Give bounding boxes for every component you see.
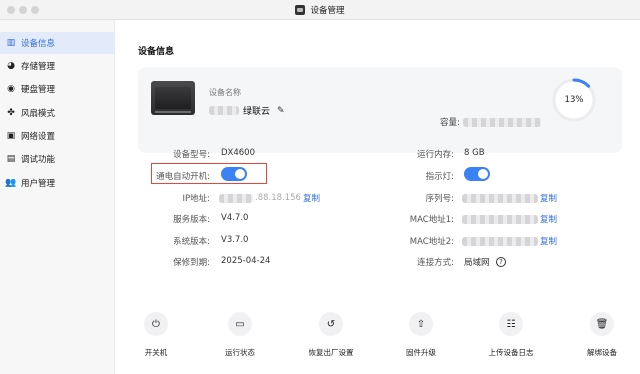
power-on-label: 通电自动开机: bbox=[156, 172, 210, 182]
indicator-label: 指示灯: bbox=[425, 172, 454, 182]
memory-value: 8 GB bbox=[464, 148, 485, 158]
ip-label: IP地址: bbox=[182, 194, 211, 204]
sidebar-item-label: 网络设置 bbox=[21, 132, 56, 142]
redacted-text bbox=[462, 117, 541, 127]
capacity-label: 容量: bbox=[440, 118, 460, 128]
memory-label: 运行内存: bbox=[417, 150, 454, 160]
sidebar: ▥ 设备信息 ◕ 存储管理 ◉ 硬盘管理 ✤ 风扇模式 ▣ 网络设置 ▤ 调试功… bbox=[0, 20, 115, 374]
page-title: 设备信息 bbox=[138, 47, 175, 57]
redacted-text bbox=[219, 193, 253, 203]
mac1-label: MAC地址1: bbox=[409, 215, 454, 225]
device-name-value: 绿联云 bbox=[243, 107, 271, 117]
redacted-text bbox=[462, 214, 538, 224]
service-version-label: 服务版本: bbox=[173, 215, 210, 225]
power-on-toggle[interactable] bbox=[221, 167, 247, 181]
window-title: 设备管理 bbox=[310, 6, 345, 16]
sidebar-item-users[interactable]: 👥 用户管理 bbox=[0, 172, 115, 194]
sidebar-item-label: 调试功能 bbox=[21, 155, 56, 165]
power-button[interactable]: ⏻ 开关机 bbox=[126, 312, 186, 358]
device-name-label: 设备名称 bbox=[209, 88, 241, 97]
run-status-button[interactable]: ▭ 运行状态 bbox=[210, 312, 270, 358]
model-value: DX4600 bbox=[221, 148, 255, 158]
system-version-value: V3.7.0 bbox=[221, 235, 249, 245]
mac2-label: MAC地址2: bbox=[409, 237, 454, 247]
sidebar-item-label: 硬盘管理 bbox=[21, 85, 56, 95]
app-window: 设备管理 ▥ 设备信息 ◕ 存储管理 ◉ 硬盘管理 ✤ 风扇模式 ▣ 网络设置 … bbox=[0, 0, 640, 374]
main-content: 设备信息 设备名称 绿联云 ✎ 容量: 13% 设备型号: DX4600 通电自… bbox=[116, 20, 640, 374]
sidebar-item-disk[interactable]: ◉ 硬盘管理 bbox=[0, 78, 115, 100]
edit-icon[interactable]: ✎ bbox=[277, 106, 285, 116]
connection-value: 局域网 bbox=[464, 258, 490, 268]
trash-icon: 🗑 bbox=[590, 312, 614, 336]
upgrade-icon: ⇧ bbox=[409, 312, 433, 336]
redacted-text bbox=[209, 106, 239, 115]
warranty-label: 保修到期: bbox=[173, 258, 210, 268]
action-label: 解绑设备 bbox=[587, 348, 617, 357]
system-version-label: 系统版本: bbox=[173, 237, 210, 247]
sidebar-item-label: 风扇模式 bbox=[21, 109, 56, 119]
warranty-value: 2025-04-24 bbox=[221, 256, 271, 266]
device-info-icon: ▥ bbox=[6, 37, 16, 48]
connection-label: 连接方式: bbox=[417, 258, 454, 268]
redacted-text bbox=[462, 236, 538, 246]
action-label: 固件升级 bbox=[406, 348, 436, 357]
sidebar-item-network[interactable]: ▣ 网络设置 bbox=[0, 125, 115, 147]
sidebar-item-device-info[interactable]: ▥ 设备信息 bbox=[0, 32, 115, 54]
firmware-upgrade-button[interactable]: ⇧ 固件升级 bbox=[391, 312, 451, 358]
power-icon: ⏻ bbox=[144, 312, 168, 336]
sidebar-item-label: 设备信息 bbox=[21, 39, 56, 49]
title-bar: 设备管理 bbox=[0, 0, 640, 20]
storage-icon: ◕ bbox=[7, 60, 15, 71]
redacted-text bbox=[462, 193, 538, 203]
sidebar-item-debug[interactable]: ▤ 调试功能 bbox=[0, 148, 115, 170]
factory-reset-button[interactable]: ↺ 恢复出厂设置 bbox=[301, 312, 361, 358]
restore-icon: ↺ bbox=[319, 312, 343, 336]
monitor-icon: ▭ bbox=[228, 312, 252, 336]
sidebar-item-storage[interactable]: ◕ 存储管理 bbox=[0, 55, 115, 77]
copy-serial-button[interactable]: 复制 bbox=[540, 192, 557, 204]
nas-device-image bbox=[151, 81, 195, 115]
action-label: 开关机 bbox=[144, 348, 168, 357]
serial-label: 序列号: bbox=[425, 194, 454, 204]
action-label: 运行状态 bbox=[225, 348, 255, 357]
disk-icon: ◉ bbox=[7, 83, 15, 94]
sidebar-item-fan[interactable]: ✤ 风扇模式 bbox=[0, 102, 115, 124]
debug-icon: ▤ bbox=[6, 153, 16, 164]
copy-mac1-button[interactable]: 复制 bbox=[540, 213, 557, 225]
copy-ip-button[interactable]: 复制 bbox=[303, 192, 320, 204]
sidebar-item-label: 用户管理 bbox=[21, 179, 56, 189]
unbind-device-button[interactable]: 🗑 解绑设备 bbox=[572, 312, 632, 358]
users-icon: 👥 bbox=[5, 177, 17, 188]
ip-value: .88.18.156 bbox=[255, 193, 301, 203]
log-icon: ☷ bbox=[499, 312, 523, 336]
network-icon: ▣ bbox=[6, 130, 16, 141]
capacity-percent: 13% bbox=[564, 95, 584, 105]
action-label: 上传设备日志 bbox=[488, 348, 534, 357]
help-icon[interactable]: ? bbox=[496, 257, 506, 267]
model-label: 设备型号: bbox=[173, 150, 210, 160]
service-version-value: V4.7.0 bbox=[221, 213, 249, 223]
app-icon bbox=[295, 5, 306, 15]
device-card: 设备名称 绿联云 ✎ 容量: 13% bbox=[138, 67, 622, 153]
upload-log-button[interactable]: ☷ 上传设备日志 bbox=[481, 312, 541, 358]
action-label: 恢复出厂设置 bbox=[308, 348, 354, 357]
fan-icon: ✤ bbox=[7, 107, 15, 118]
indicator-toggle[interactable] bbox=[464, 167, 490, 181]
sidebar-item-label: 存储管理 bbox=[21, 62, 56, 72]
copy-mac2-button[interactable]: 复制 bbox=[540, 235, 557, 247]
